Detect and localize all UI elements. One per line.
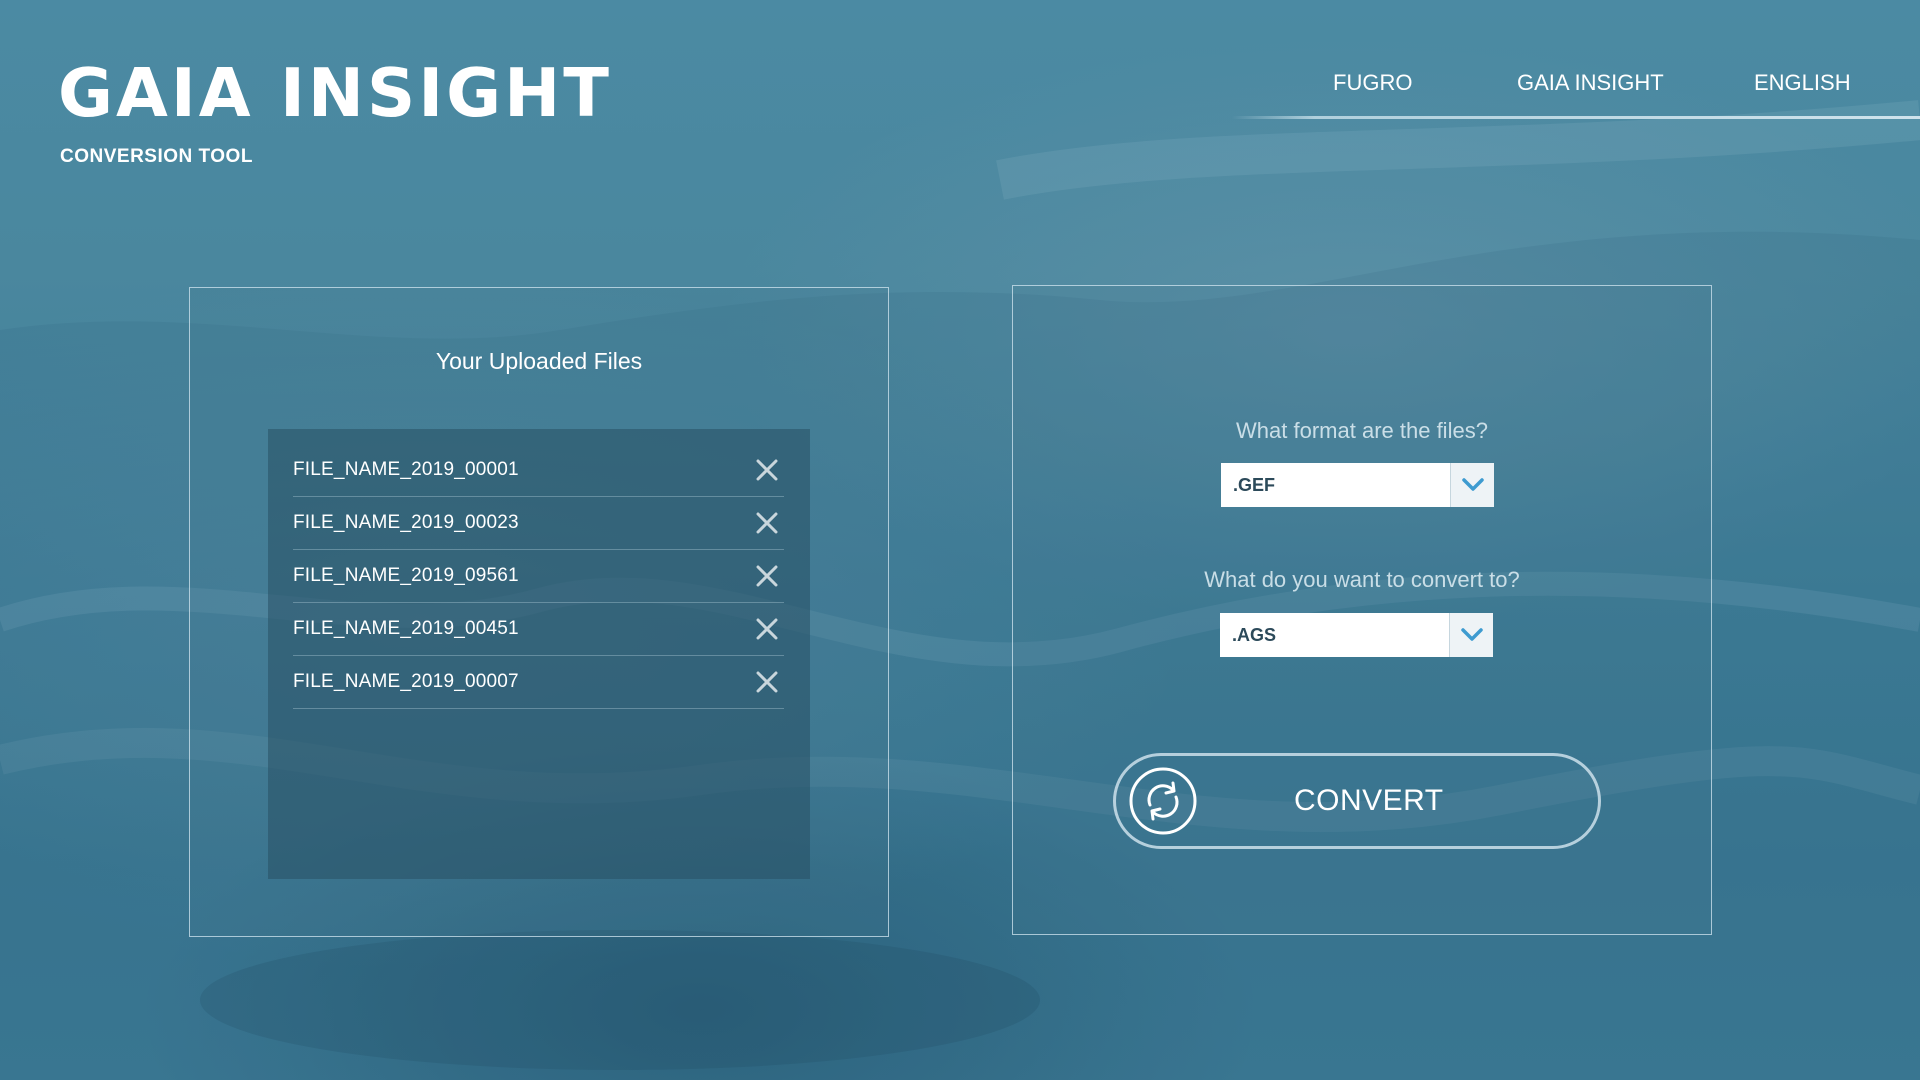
source-format-value: .GEF: [1233, 475, 1276, 495]
file-row: FILE_NAME_2019_00001: [293, 444, 784, 497]
logo: GAIA INSIGHT CONVERSION TOOL: [58, 58, 612, 168]
file-name: FILE_NAME_2019_00023: [293, 512, 519, 533]
conversion-panel: What format are the files? .GEF What do …: [1012, 285, 1712, 935]
file-name: FILE_NAME_2019_00001: [293, 459, 519, 480]
nav-item-fugro[interactable]: FUGRO: [1333, 70, 1412, 96]
close-icon[interactable]: [754, 563, 780, 589]
uploaded-files-title: Your Uploaded Files: [435, 348, 643, 374]
convert-button[interactable]: CONVERT: [1113, 753, 1601, 849]
file-row: FILE_NAME_2019_00023: [293, 497, 784, 550]
file-row: FILE_NAME_2019_09561: [293, 550, 784, 603]
file-name: FILE_NAME_2019_00007: [293, 671, 519, 692]
nav-item-language[interactable]: ENGLISH: [1754, 70, 1851, 96]
chevron-down-icon[interactable]: [1449, 613, 1493, 657]
source-format-select[interactable]: .GEF: [1221, 463, 1494, 507]
target-format-value: .AGS: [1232, 625, 1277, 645]
file-name: FILE_NAME_2019_09561: [293, 565, 519, 586]
source-format-label: What format are the files?: [1236, 418, 1488, 443]
file-list: FILE_NAME_2019_00001 FILE_NAME_2019_0002…: [268, 429, 810, 879]
refresh-icon: [1129, 767, 1197, 835]
chevron-down-icon[interactable]: [1450, 463, 1494, 507]
logo-title: GAIA INSIGHT: [58, 54, 612, 132]
file-name: FILE_NAME_2019_00451: [293, 618, 519, 639]
logo-subtitle: CONVERSION TOOL: [60, 146, 253, 167]
target-format-select[interactable]: .AGS: [1220, 613, 1493, 657]
target-format-label: What do you want to convert to?: [1204, 567, 1520, 592]
top-nav: FUGRO GAIA INSIGHT ENGLISH: [1300, 70, 1920, 118]
nav-item-gaia-insight[interactable]: GAIA INSIGHT: [1517, 70, 1664, 96]
close-icon[interactable]: [754, 669, 780, 695]
uploaded-files-panel: Your Uploaded Files FILE_NAME_2019_00001…: [189, 287, 889, 937]
nav-underline: [1232, 116, 1920, 119]
close-icon[interactable]: [754, 457, 780, 483]
close-icon[interactable]: [754, 616, 780, 642]
convert-label: CONVERT: [1294, 784, 1444, 817]
close-icon[interactable]: [754, 510, 780, 536]
file-row: FILE_NAME_2019_00451: [293, 603, 784, 656]
file-row: FILE_NAME_2019_00007: [293, 656, 784, 709]
